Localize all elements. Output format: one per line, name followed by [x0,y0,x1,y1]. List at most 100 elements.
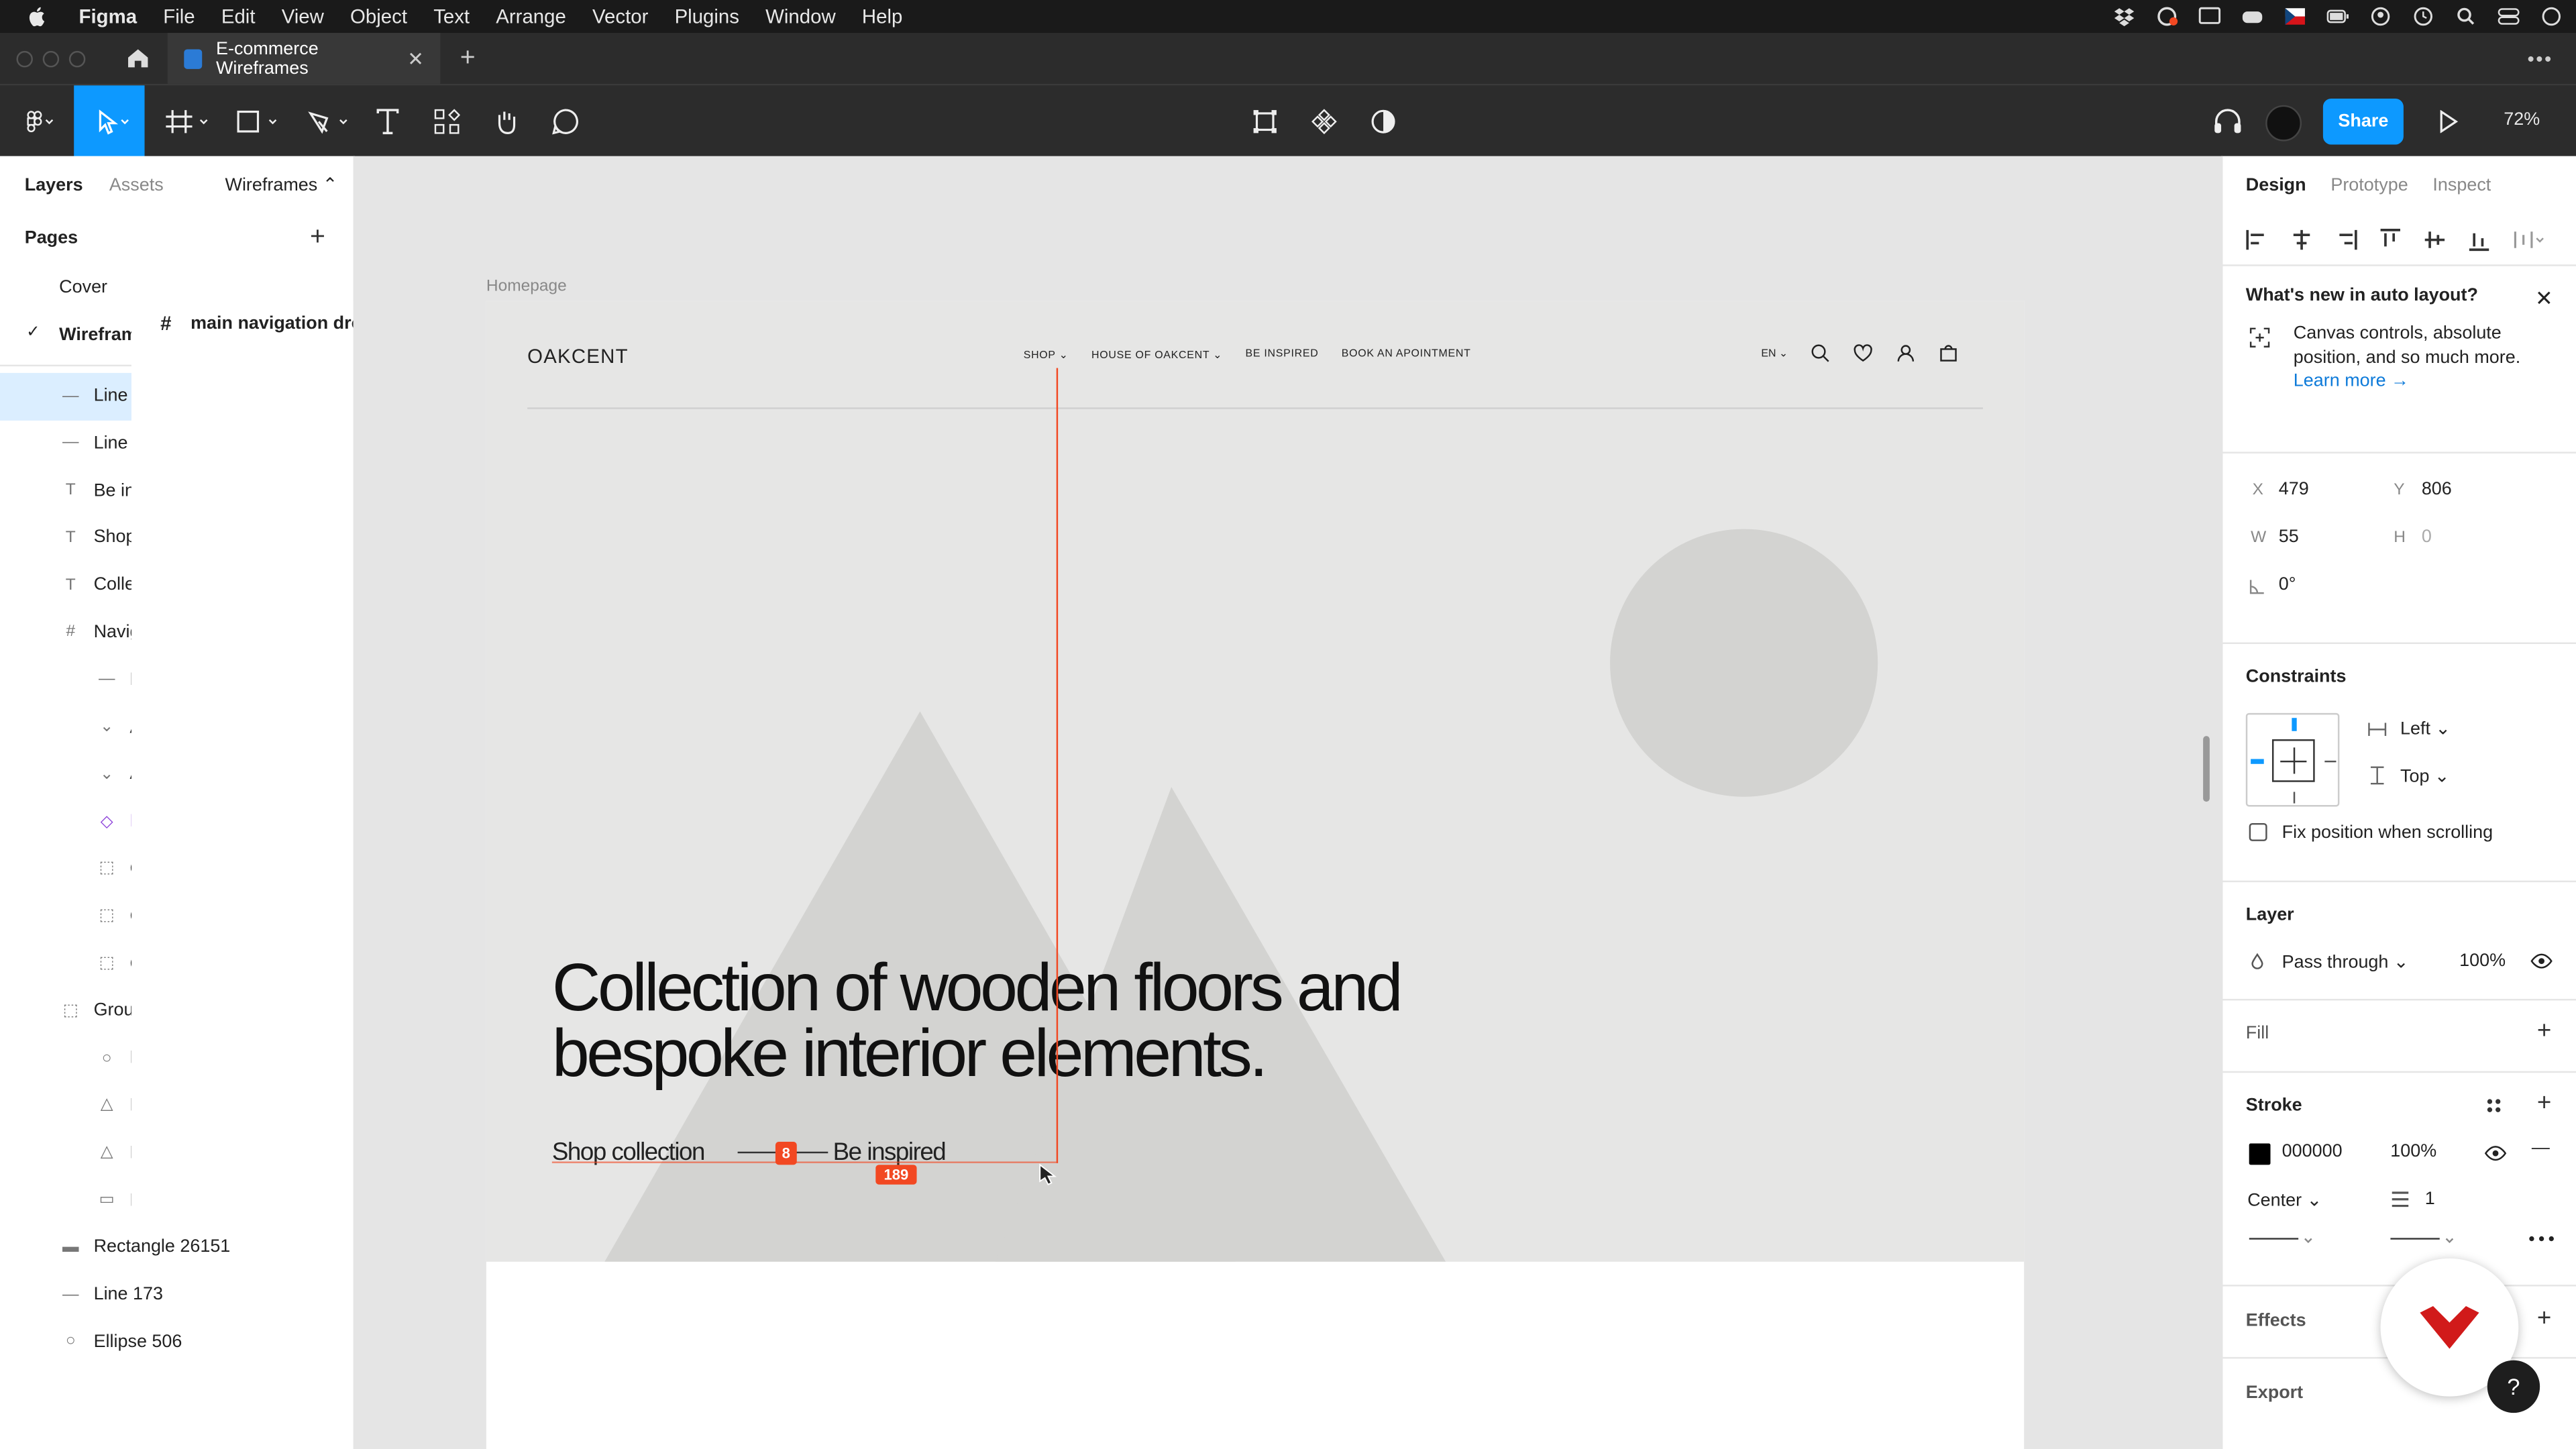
align-center-h-icon[interactable] [2290,227,2313,250]
stroke-start-cap-select[interactable] [2249,1234,2315,1247]
layer-row[interactable]: ○ Ellipse 506 [0,1319,354,1366]
control-center-icon[interactable] [2497,7,2520,26]
canvas[interactable]: Homepage OAKCENT SHOP ⌄ HOUSE OF OAKCENT… [354,156,2222,1449]
style-grid-icon[interactable] [2485,1097,2502,1114]
siri-icon[interactable] [2540,7,2563,26]
add-page-button[interactable]: + [310,223,325,253]
blend-mode-select[interactable]: Pass through ⌄ [2282,951,2409,972]
constraint-bottom[interactable] [2293,792,2296,804]
add-fill-button[interactable]: + [2537,1017,2551,1045]
frame-label[interactable]: Homepage [486,278,567,296]
layer-row[interactable]: — Line 173 [0,1272,354,1320]
constraint-right[interactable] [2324,760,2337,763]
stroke-weight-input[interactable]: 1 [2425,1189,2435,1209]
gamepad-icon[interactable] [2241,7,2263,26]
stroke-end-cap-select[interactable] [2390,1234,2456,1247]
component-button[interactable] [1307,85,1340,158]
layer-opacity-input[interactable]: 100% [2459,951,2506,971]
menu-window[interactable]: Window [753,5,849,28]
user-icon[interactable] [2369,7,2392,26]
audio-button[interactable] [2208,85,2247,158]
transform-button[interactable] [1248,85,1281,158]
zoom-window-button[interactable] [68,50,86,67]
spotlight-icon[interactable] [2455,7,2477,26]
stroke-position-select[interactable]: Center ⌄ [2247,1189,2322,1211]
eye-icon[interactable] [2484,1145,2507,1161]
home-button[interactable] [109,33,168,84]
menu-file[interactable]: File [150,5,209,28]
close-window-button[interactable] [16,50,33,67]
text-tool[interactable] [368,85,408,158]
main-menu-button[interactable] [10,85,69,158]
align-middle-icon[interactable] [2423,227,2446,250]
menu-vector[interactable]: Vector [579,5,661,28]
menu-edit[interactable]: Edit [208,5,268,28]
fix-scroll-checkbox[interactable] [2249,822,2267,841]
share-button[interactable]: Share [2322,98,2404,145]
battery-icon[interactable] [2326,7,2349,26]
h-input[interactable]: 0 [2422,527,2432,547]
apple-icon[interactable] [26,5,49,28]
stroke-hex-input[interactable]: 000000 [2282,1142,2343,1161]
tab-inspect[interactable]: Inspect [2432,175,2491,195]
move-tool[interactable] [74,85,145,158]
constraint-widget[interactable] [2245,712,2340,807]
minimize-window-button[interactable] [42,50,60,67]
menu-object[interactable]: Object [337,5,420,28]
hero-section[interactable]: OAKCENT SHOP ⌄ HOUSE OF OAKCENT ⌄ BE INS… [486,301,2025,1262]
align-top-icon[interactable] [2379,227,2402,250]
close-icon[interactable]: ✕ [2535,286,2553,312]
tab-layers[interactable]: Layers [25,175,83,195]
hand-tool[interactable] [486,85,526,158]
present-button[interactable] [2432,85,2465,158]
close-tab-icon[interactable]: ✕ [407,47,424,70]
tab-prototype[interactable]: Prototype [2330,175,2408,195]
time-machine-icon[interactable] [2412,7,2434,26]
tab-e-commerce-wireframes[interactable]: E-commerce Wireframes ✕ [167,32,441,84]
dropbox-icon[interactable] [2112,7,2135,27]
new-tab-button[interactable]: + [460,44,476,73]
zoom-dropdown[interactable]: 72% [2504,110,2540,129]
align-right-icon[interactable] [2334,227,2357,250]
menu-app-figma[interactable]: Figma [66,5,150,28]
learn-more-link[interactable]: Learn more → [2294,371,2409,390]
tab-design[interactable]: Design [2246,175,2306,195]
pen-tool[interactable] [299,85,358,158]
cloud-icon[interactable] [2155,7,2178,26]
add-effect-button[interactable]: + [2537,1305,2551,1333]
vertical-constraint-select[interactable]: Top ⌄ [2400,765,2450,787]
x-input[interactable]: 479 [2279,480,2309,499]
display-icon[interactable] [2198,7,2221,26]
rotation-input[interactable]: 0° [2279,575,2296,594]
comment-tool[interactable] [545,85,585,158]
page-selector[interactable]: Wireframes ⌃ [225,174,338,195]
more-options-icon[interactable] [2528,1236,2555,1242]
flag-icon[interactable] [2284,7,2306,26]
tab-assets[interactable]: Assets [109,175,164,195]
help-button[interactable]: ? [2487,1360,2540,1413]
user-avatar[interactable] [2265,105,2302,142]
more-icon[interactable]: ••• [2528,48,2553,70]
distribute-icon[interactable] [2512,227,2545,250]
align-left-icon[interactable] [2246,227,2269,250]
horizontal-constraint-select[interactable]: Left ⌄ [2400,718,2451,739]
stroke-color-swatch[interactable] [2249,1143,2271,1165]
homepage-frame[interactable]: OAKCENT SHOP ⌄ HOUSE OF OAKCENT ⌄ BE INS… [486,301,2025,1449]
constraint-left-active[interactable] [2251,759,2264,764]
w-input[interactable]: 55 [2279,527,2299,547]
layer-row[interactable]: ▬ Rectangle 26151 [0,1224,354,1272]
hero-headline[interactable]: Collection of wooden floors and bespoke … [552,954,1403,1087]
menu-text[interactable]: Text [421,5,483,28]
menu-plugins[interactable]: Plugins [661,5,753,28]
mask-button[interactable] [1367,85,1400,158]
y-input[interactable]: 806 [2422,480,2452,499]
resources-tool[interactable] [427,85,467,158]
remove-stroke-button[interactable]: — [2532,1138,2550,1158]
add-stroke-button[interactable]: + [2537,1089,2551,1118]
stroke-opacity-input[interactable]: 100% [2390,1142,2436,1161]
eye-icon[interactable] [2530,953,2553,969]
menu-help[interactable]: Help [849,5,916,28]
frame-tool[interactable] [158,85,217,158]
menu-view[interactable]: View [268,5,337,28]
vertical-scrollbar[interactable] [2203,736,2210,802]
